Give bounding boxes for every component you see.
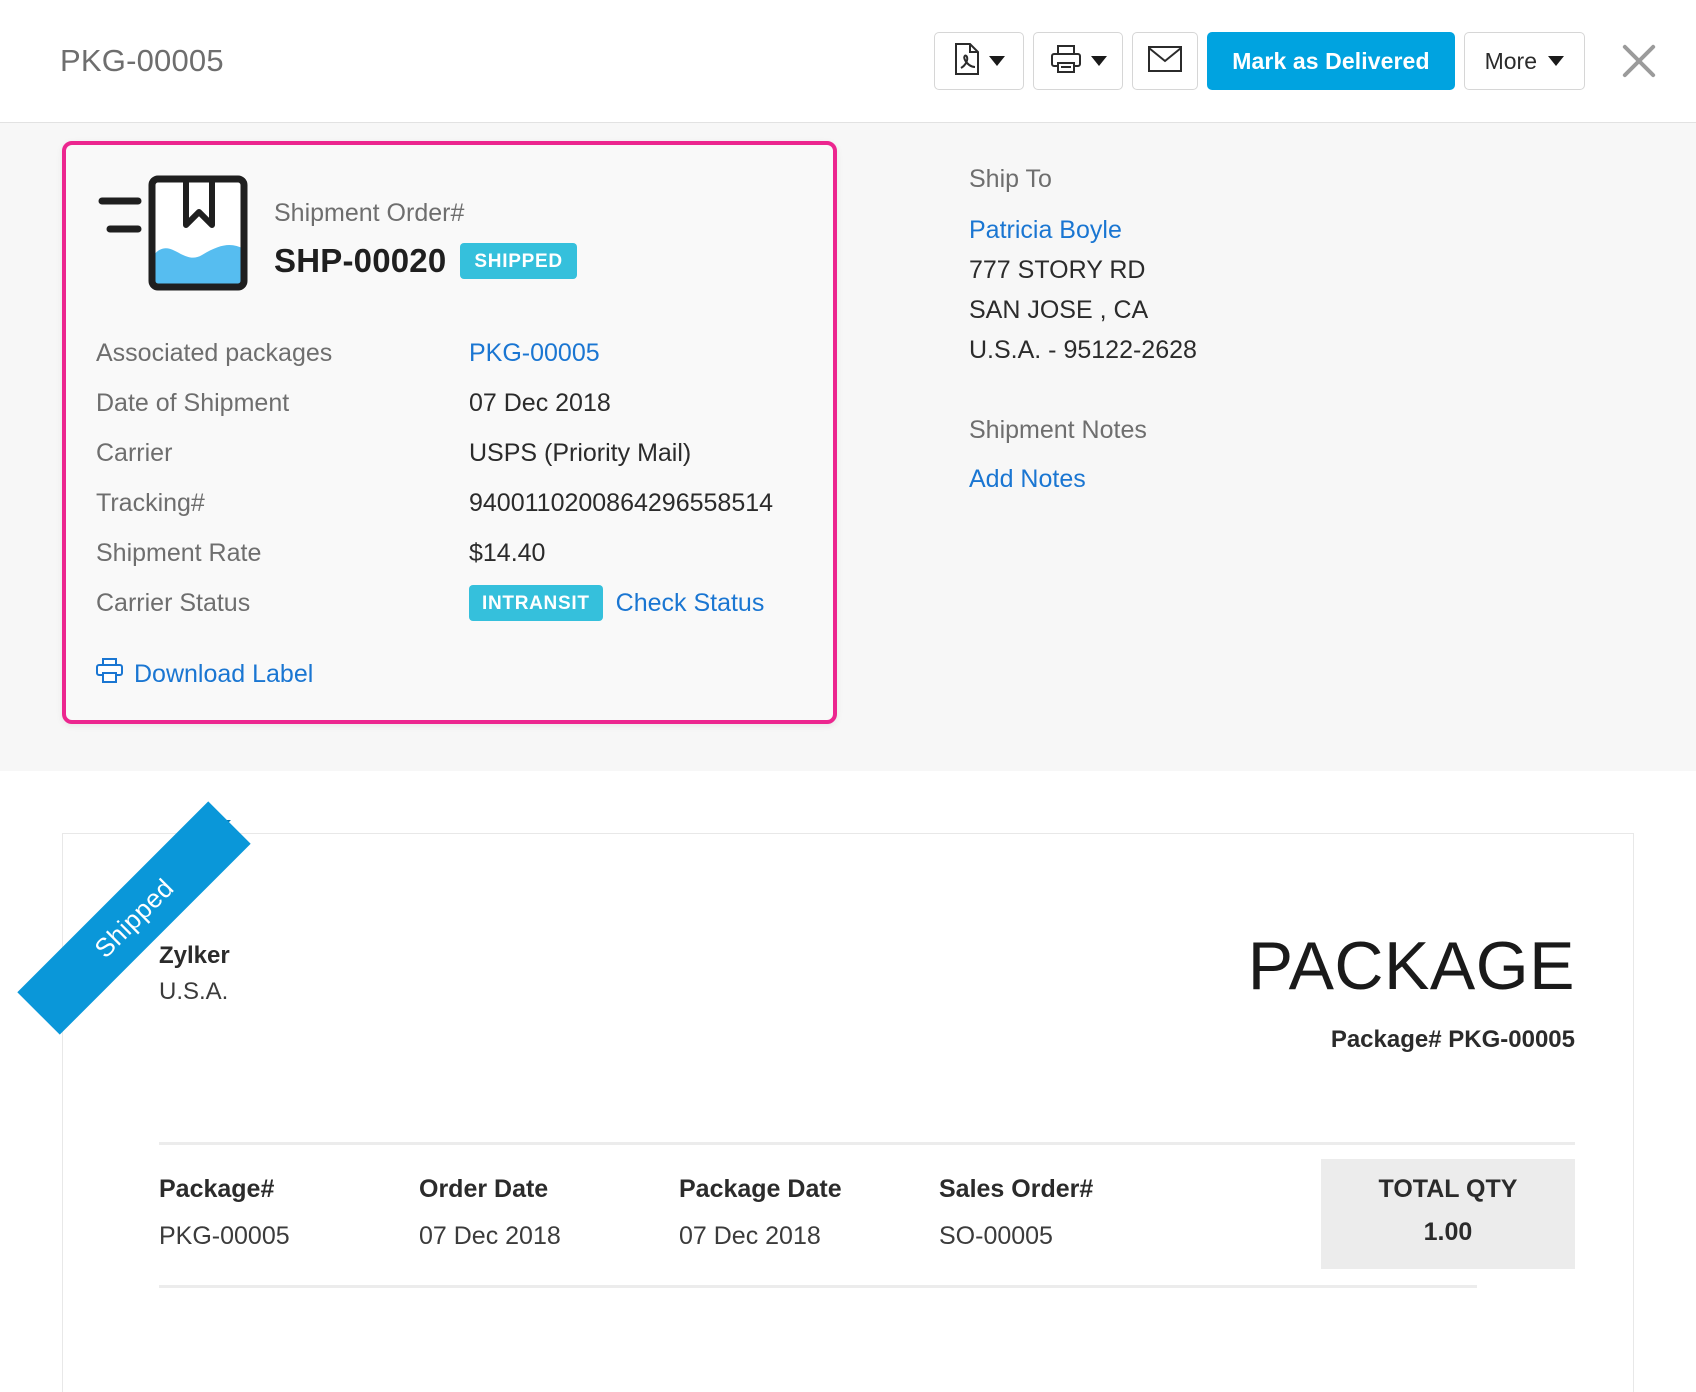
carrier-status-badge: INTRANSIT — [469, 585, 603, 621]
shipment-notes-label: Shipment Notes — [969, 416, 1147, 444]
company-block: Zylker U.S.A. — [159, 932, 230, 1006]
ship-to-address-line-3: U.S.A. - 95122-2628 — [969, 336, 1197, 364]
shipment-card-header: Shipment Order# SHP-00020 SHIPPED — [96, 171, 803, 293]
detail-row-tracking-number: Tracking# 9400110200864296558514 — [96, 478, 803, 528]
shipment-summary-card: Shipment Order# SHP-00020 SHIPPED Associ… — [62, 141, 837, 724]
column-value: 1.00 — [1423, 1218, 1473, 1246]
ship-to-panel: Ship To Patricia Boyle 777 STORY RD SAN … — [837, 141, 1197, 724]
associated-package-link[interactable]: PKG-00005 — [469, 339, 600, 368]
ship-to-customer-link[interactable]: Patricia Boyle — [969, 210, 1197, 250]
close-icon[interactable] — [1616, 38, 1662, 84]
email-button[interactable] — [1132, 32, 1199, 90]
page-title: PKG-00005 — [60, 43, 224, 78]
detail-value-shipment-rate: $14.40 — [469, 538, 546, 567]
detail-label: Carrier Status — [96, 588, 251, 617]
ship-to-address-line-2: SAN JOSE , CA — [969, 296, 1149, 324]
document-title: PACKAGE — [1247, 928, 1575, 1004]
package-document-card: Shipped Zylker U.S.A. PACKAGE Package# P… — [17, 801, 1634, 1392]
detail-label: Carrier — [96, 438, 173, 467]
table-column-package-number: Package# PKG-00005 — [159, 1159, 419, 1269]
detail-row-shipment-rate: Shipment Rate $14.40 — [96, 528, 803, 578]
column-header: Sales Order# — [939, 1175, 1094, 1203]
document-title-block: PACKAGE Package# PKG-00005 — [1248, 932, 1575, 1054]
more-button[interactable]: More — [1463, 32, 1585, 90]
download-label-text: Download Label — [134, 659, 314, 688]
detail-value-tracking-number: 9400110200864296558514 — [469, 488, 774, 517]
package-info-table: Package# PKG-00005 Order Date 07 Dec 201… — [159, 1142, 1575, 1288]
ribbon-fold — [217, 820, 231, 834]
printer-icon — [1050, 44, 1082, 79]
print-button[interactable] — [1033, 32, 1124, 90]
check-status-link[interactable]: Check Status — [616, 589, 765, 618]
detail-label: Shipment Rate — [96, 538, 262, 567]
company-name: Zylker — [159, 942, 230, 969]
column-value: 07 Dec 2018 — [679, 1222, 821, 1250]
chevron-down-icon — [1090, 56, 1107, 66]
column-value: 07 Dec 2018 — [419, 1222, 561, 1250]
column-header: Package# — [159, 1175, 275, 1203]
detail-label: Associated packages — [96, 338, 333, 367]
table-column-package-date: Package Date 07 Dec 2018 — [679, 1159, 939, 1269]
detail-label: Tracking# — [96, 488, 205, 517]
mark-as-delivered-button[interactable]: Mark as Delivered — [1207, 32, 1455, 90]
ship-to-address-line-1: 777 STORY RD — [969, 256, 1146, 284]
download-label-button[interactable]: Download Label — [96, 658, 803, 690]
pdf-icon — [954, 42, 980, 80]
column-value: PKG-00005 — [159, 1222, 290, 1250]
envelope-icon — [1148, 45, 1183, 77]
column-header: TOTAL QTY — [1378, 1175, 1518, 1203]
mark-as-delivered-label: Mark as Delivered — [1232, 47, 1430, 74]
detail-row-carrier-status: Carrier Status INTRANSIT Check Status — [96, 578, 803, 628]
shipment-detail-table: Associated packages PKG-00005 Date of Sh… — [96, 328, 803, 628]
shipment-order-number: SHP-00020 — [274, 242, 447, 279]
package-box-icon — [96, 171, 256, 293]
detail-row-date-of-shipment: Date of Shipment 07 Dec 2018 — [96, 378, 803, 428]
summary-section: Shipment Order# SHP-00020 SHIPPED Associ… — [0, 123, 1696, 771]
table-column-total-qty: TOTAL QTY 1.00 — [1321, 1159, 1575, 1269]
header-actions: Mark as Delivered More — [934, 32, 1662, 90]
document-preview-area: Shipped Zylker U.S.A. PACKAGE Package# P… — [0, 771, 1696, 1392]
company-country: U.S.A. — [159, 978, 229, 1005]
ship-to-label: Ship To — [969, 165, 1052, 193]
table-bottom-rule — [159, 1285, 1477, 1288]
printer-icon — [96, 658, 123, 690]
status-badge: SHIPPED — [460, 243, 577, 279]
table-column-sales-order-number: Sales Order# SO-00005 — [939, 1159, 1199, 1269]
detail-row-associated-packages: Associated packages PKG-00005 — [96, 328, 803, 378]
column-header: Order Date — [419, 1175, 549, 1203]
column-value: SO-00005 — [939, 1222, 1053, 1250]
chevron-down-icon — [988, 56, 1005, 66]
page-header: PKG-00005 Mark as Delivered More — [0, 0, 1696, 123]
table-column-order-date: Order Date 07 Dec 2018 — [419, 1159, 679, 1269]
chevron-down-icon — [1548, 56, 1564, 66]
document-subtitle: Package# PKG-00005 — [1330, 1026, 1575, 1053]
detail-value-carrier: USPS (Priority Mail) — [469, 438, 692, 467]
pdf-export-button[interactable] — [934, 32, 1025, 90]
column-header: Package Date — [679, 1175, 842, 1203]
document-body: Zylker U.S.A. PACKAGE Package# PKG-00005… — [63, 834, 1633, 1288]
add-notes-link[interactable]: Add Notes — [969, 459, 1197, 499]
detail-value-date-of-shipment: 07 Dec 2018 — [469, 388, 611, 417]
detail-label: Date of Shipment — [96, 388, 290, 417]
shipment-order-label: Shipment Order# — [274, 199, 465, 227]
detail-row-carrier: Carrier USPS (Priority Mail) — [96, 428, 803, 478]
table-top-rule — [159, 1142, 1575, 1145]
more-label: More — [1484, 47, 1537, 74]
